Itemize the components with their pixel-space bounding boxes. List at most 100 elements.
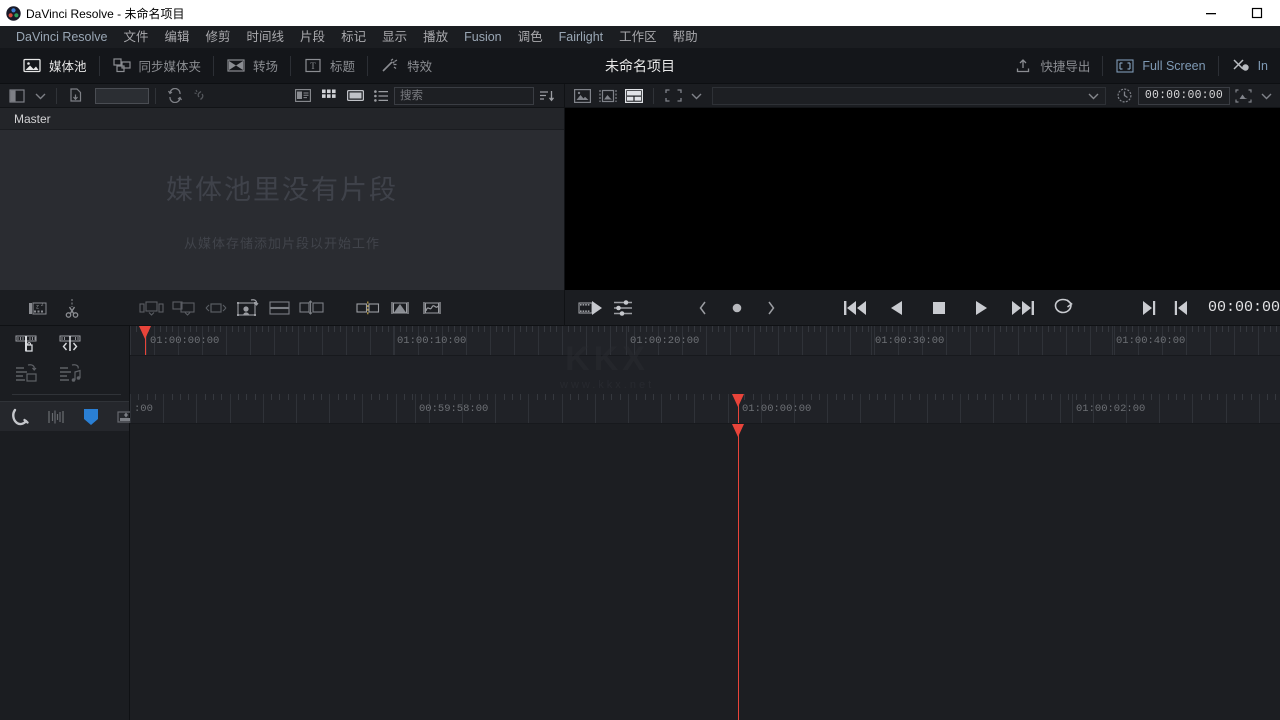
flag-marker-icon[interactable]	[82, 407, 100, 427]
source-tape-icon[interactable]	[575, 293, 607, 323]
menu-color[interactable]: 调色	[510, 26, 551, 48]
ruler-tick	[1102, 326, 1103, 332]
unlink-icon[interactable]	[188, 85, 214, 107]
davinci-resolve-logo-icon	[0, 6, 26, 21]
lock-track-icon[interactable]	[12, 334, 42, 354]
ruler-tick	[836, 394, 837, 400]
next-marker-icon[interactable]	[755, 293, 787, 323]
ruler-tick	[664, 326, 665, 332]
jump-end-icon[interactable]	[1003, 292, 1043, 324]
ruler-tick	[598, 326, 599, 332]
new-bin-icon[interactable]	[63, 85, 89, 107]
overwrite-clip-icon[interactable]	[168, 293, 200, 323]
audio-waveform-icon[interactable]	[46, 407, 66, 427]
menu-playback[interactable]: 播放	[415, 26, 456, 48]
ruler-tick	[334, 326, 335, 332]
jump-start-icon[interactable]	[835, 292, 875, 324]
effects-button[interactable]: 特效	[368, 48, 444, 84]
chevron-down-icon[interactable]	[686, 85, 706, 107]
mark-in-icon[interactable]	[1165, 293, 1197, 323]
menu-edit[interactable]: 编辑	[157, 26, 198, 48]
menu-timeline[interactable]: 时间线	[239, 26, 293, 48]
menu-help[interactable]: 帮助	[665, 26, 706, 48]
prev-marker-icon[interactable]	[687, 293, 719, 323]
append-clip-icon[interactable]	[296, 293, 328, 323]
list-view-icon[interactable]	[368, 85, 394, 107]
playhead-bottom[interactable]	[738, 394, 739, 424]
refresh-icon[interactable]	[162, 85, 188, 107]
ruler-tick	[246, 394, 247, 400]
color-chip[interactable]	[95, 88, 149, 104]
viewer-options-icon[interactable]	[1230, 85, 1256, 107]
ruler-tick	[611, 394, 612, 400]
magnet-snapping-icon[interactable]	[10, 407, 30, 427]
menu-fairlight[interactable]: Fairlight	[551, 26, 611, 48]
mixer-button[interactable]: In	[1219, 48, 1280, 84]
timeline-ruler-top[interactable]: 01:00:00:0001:00:10:0001:00:20:0001:00:3…	[130, 326, 1280, 356]
flag-sleep-icon[interactable]: z z	[24, 293, 56, 323]
razor-icon[interactable]	[56, 293, 88, 323]
ruler-major-tick	[871, 326, 872, 356]
play-reverse-icon[interactable]	[877, 292, 917, 324]
timeline-viewer-icon[interactable]	[595, 85, 621, 107]
audio-mixer-icon[interactable]	[607, 293, 639, 323]
split-viewer-icon[interactable]	[621, 85, 647, 107]
menu-view[interactable]: 显示	[374, 26, 415, 48]
flags-icon[interactable]	[384, 293, 416, 323]
ruler-tick	[1035, 394, 1036, 400]
titles-button[interactable]: T 标题	[291, 48, 367, 84]
add-marker-icon[interactable]	[721, 293, 753, 323]
sort-order-icon[interactable]	[534, 85, 560, 107]
chevron-down-icon[interactable]	[1256, 85, 1276, 107]
fit-to-fill-icon[interactable]	[232, 293, 264, 323]
safe-area-icon[interactable]	[660, 85, 686, 107]
search-input[interactable]	[394, 87, 534, 105]
metadata-view-icon[interactable]	[290, 85, 316, 107]
full-screen-button[interactable]: Full Screen	[1103, 48, 1217, 84]
sidebar-toggle-icon[interactable]	[4, 85, 30, 107]
menu-fusion[interactable]: Fusion	[456, 26, 510, 48]
maximize-button[interactable]	[1234, 0, 1280, 26]
transitions-button[interactable]: 转场	[214, 48, 290, 84]
menu-workspace[interactable]: 工作区	[611, 26, 665, 48]
viewer-timecode[interactable]: 00:00:00:00	[1138, 87, 1230, 105]
mark-out-icon[interactable]	[1133, 293, 1165, 323]
sync-bin-button[interactable]: 同步媒体夹	[100, 48, 214, 84]
playhead-top[interactable]	[145, 326, 146, 356]
quick-export-label: 快捷导出	[1040, 56, 1090, 75]
ruler-tick	[1109, 394, 1110, 400]
auto-track-select-icon[interactable]	[12, 363, 42, 383]
insert-clip-icon[interactable]	[136, 293, 168, 323]
quick-export-button[interactable]: 快捷导出	[1001, 48, 1102, 84]
thumbnail-view-icon[interactable]	[316, 85, 342, 107]
menu-file[interactable]: 文件	[115, 26, 156, 48]
source-viewer-icon[interactable]	[569, 85, 595, 107]
minimize-button[interactable]	[1188, 0, 1234, 26]
clip-name-dropdown[interactable]	[712, 87, 1106, 105]
chevron-down-icon[interactable]	[30, 85, 50, 107]
replace-clip-icon[interactable]	[200, 293, 232, 323]
loop-icon[interactable]	[1045, 292, 1085, 324]
ruler-tick	[445, 394, 446, 400]
media-pool-button[interactable]: 媒体池	[10, 48, 99, 84]
play-icon[interactable]	[961, 292, 1001, 324]
timeline-timecode[interactable]: 00:00:00	[1208, 299, 1280, 316]
stop-icon[interactable]	[919, 292, 959, 324]
playhead-track[interactable]	[738, 424, 739, 720]
link-clips-icon[interactable]	[56, 334, 86, 354]
place-on-top-icon[interactable]	[264, 293, 296, 323]
snapping-icon[interactable]	[352, 293, 384, 323]
timeline-spacer	[130, 356, 1280, 394]
menu-trim[interactable]: 修剪	[198, 26, 239, 48]
timeline-ruler-bottom[interactable]: :0000:59:58:0001:00:00:0001:00:02:00	[130, 394, 1280, 424]
timeline-track-area[interactable]	[130, 424, 1280, 720]
bin-name-label[interactable]: Master	[0, 108, 564, 130]
audio-track-select-icon[interactable]	[56, 363, 86, 383]
filmstrip-view-icon[interactable]	[342, 85, 368, 107]
curve-editor-icon[interactable]	[416, 293, 448, 323]
menu-davinci-resolve[interactable]: DaVinci Resolve	[8, 26, 115, 48]
ruler-tick	[508, 326, 509, 332]
viewer-canvas[interactable]	[565, 108, 1280, 266]
menu-mark[interactable]: 标记	[333, 26, 374, 48]
menu-clip[interactable]: 片段	[292, 26, 333, 48]
